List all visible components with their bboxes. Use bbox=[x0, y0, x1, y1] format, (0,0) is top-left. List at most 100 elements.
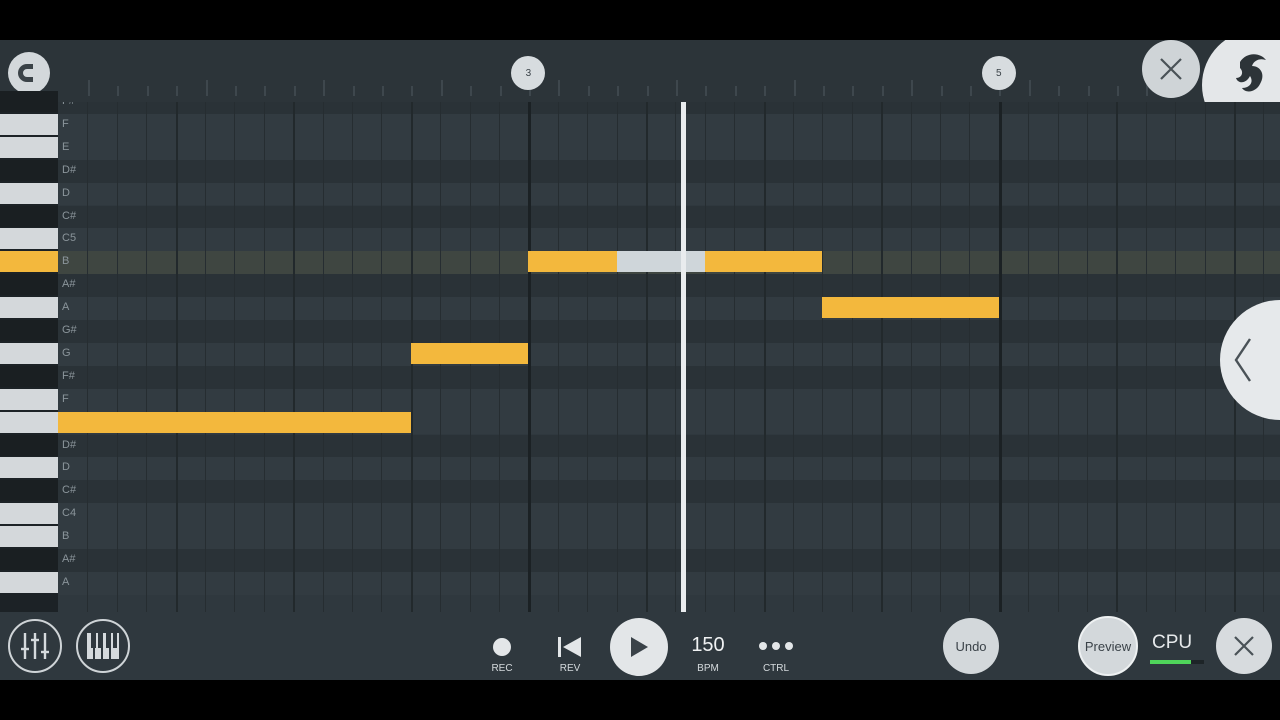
grid-row[interactable] bbox=[58, 113, 1280, 137]
grid-row[interactable] bbox=[58, 320, 1280, 343]
timeline-tick bbox=[323, 80, 326, 96]
grid-line bbox=[1057, 102, 1059, 612]
piano-key[interactable] bbox=[0, 182, 58, 204]
midi-note[interactable] bbox=[704, 251, 823, 273]
piano-roll-button[interactable] bbox=[76, 619, 130, 673]
note-label: G bbox=[62, 346, 71, 359]
piano-key[interactable] bbox=[0, 136, 58, 158]
grid-row[interactable] bbox=[58, 297, 1280, 320]
grid-line bbox=[205, 102, 206, 612]
close-piano-roll-button[interactable] bbox=[1142, 40, 1200, 98]
piano-key[interactable] bbox=[0, 342, 58, 364]
record-dot-icon bbox=[493, 638, 511, 656]
timeline-tick bbox=[587, 86, 590, 96]
timeline-tick bbox=[1028, 80, 1031, 96]
grid-line bbox=[851, 102, 853, 612]
midi-note[interactable] bbox=[528, 251, 617, 273]
grid-row[interactable] bbox=[58, 159, 1280, 183]
grid-line bbox=[910, 102, 912, 612]
midi-note[interactable] bbox=[616, 251, 705, 273]
grid-row[interactable] bbox=[58, 388, 1280, 412]
grid-row[interactable] bbox=[58, 549, 1280, 572]
grid-line bbox=[1175, 102, 1177, 612]
timeline-tick bbox=[940, 86, 943, 96]
grid-line bbox=[234, 102, 236, 612]
piano-key[interactable] bbox=[0, 251, 58, 273]
timeline-tick bbox=[1058, 86, 1061, 96]
close-app-button[interactable] bbox=[1216, 618, 1272, 674]
rewind-button[interactable]: REV bbox=[548, 622, 592, 674]
grid-row[interactable] bbox=[58, 136, 1280, 160]
magnet-icon bbox=[18, 64, 36, 82]
note-label: D bbox=[62, 461, 70, 474]
grid-row[interactable] bbox=[58, 457, 1280, 481]
bpm-label: BPM bbox=[697, 663, 719, 674]
note-label: C5 bbox=[62, 232, 77, 245]
tempo-value[interactable]: 150 bbox=[683, 634, 733, 657]
timeline-ruler[interactable]: 35 bbox=[0, 40, 1280, 140]
piano-key[interactable] bbox=[0, 159, 58, 181]
piano-key[interactable] bbox=[0, 434, 58, 456]
playhead[interactable] bbox=[681, 102, 687, 612]
grid-row[interactable] bbox=[58, 342, 1280, 366]
piano-key[interactable] bbox=[0, 297, 58, 319]
piano-key[interactable] bbox=[0, 365, 58, 387]
piano-keyboard[interactable] bbox=[0, 91, 58, 612]
grid-row[interactable] bbox=[58, 228, 1280, 252]
grid-row[interactable] bbox=[58, 102, 1280, 114]
note-label: F bbox=[62, 117, 69, 130]
timeline-tick bbox=[852, 86, 855, 96]
midi-note[interactable] bbox=[410, 342, 529, 364]
grid-row[interactable] bbox=[58, 526, 1280, 549]
grid-line bbox=[146, 102, 148, 612]
play-button[interactable] bbox=[610, 618, 668, 676]
piano-key[interactable] bbox=[0, 480, 58, 502]
grid-line bbox=[675, 102, 677, 612]
midi-note[interactable] bbox=[822, 297, 999, 319]
record-button[interactable]: REC bbox=[480, 622, 524, 674]
piano-key[interactable] bbox=[0, 571, 58, 593]
piano-key[interactable] bbox=[0, 91, 58, 112]
piano-key[interactable] bbox=[0, 503, 58, 525]
grid-line bbox=[1145, 102, 1147, 612]
grid-row[interactable] bbox=[58, 365, 1280, 389]
piano-key[interactable] bbox=[0, 549, 58, 570]
piano-key[interactable] bbox=[0, 457, 58, 479]
undo-button[interactable]: Undo bbox=[943, 618, 999, 674]
note-label: A# bbox=[62, 553, 76, 565]
snap-magnet-button[interactable] bbox=[8, 52, 50, 94]
timeline-tick bbox=[440, 80, 443, 96]
note-label: B bbox=[62, 255, 70, 268]
note-label: C# bbox=[62, 209, 77, 222]
grid-row[interactable] bbox=[58, 480, 1280, 504]
piano-key[interactable] bbox=[0, 228, 58, 250]
timeline-tick bbox=[176, 86, 179, 96]
note-label: D bbox=[62, 186, 70, 199]
bar-marker[interactable]: 5 bbox=[981, 56, 1016, 90]
grid-row[interactable] bbox=[58, 274, 1280, 298]
piano-key[interactable] bbox=[0, 205, 58, 227]
ctrl-button[interactable]: CTRL bbox=[752, 622, 800, 674]
grid-row[interactable] bbox=[58, 503, 1280, 527]
piano-key[interactable] bbox=[0, 411, 58, 433]
grid-row[interactable] bbox=[58, 182, 1280, 206]
note-label: A# bbox=[62, 278, 76, 291]
preview-button[interactable]: Preview bbox=[1078, 616, 1138, 676]
note-grid[interactable]: F#FED#DC#C5BA#AG#GF#FD#DC#C4BA#A bbox=[58, 102, 1280, 612]
midi-note[interactable] bbox=[58, 411, 411, 433]
ctrl-label: CTRL bbox=[762, 663, 790, 674]
grid-row[interactable] bbox=[58, 571, 1280, 595]
mixer-button[interactable] bbox=[8, 619, 62, 673]
piano-key[interactable] bbox=[0, 526, 58, 548]
timeline-tick bbox=[499, 86, 502, 96]
piano-key[interactable] bbox=[0, 113, 58, 135]
grid-row[interactable] bbox=[58, 205, 1280, 229]
piano-key[interactable] bbox=[0, 388, 58, 410]
note-label: D# bbox=[62, 438, 77, 451]
timeline-tick bbox=[823, 86, 825, 96]
piano-key[interactable] bbox=[0, 320, 58, 341]
timeline-tick bbox=[264, 86, 267, 96]
grid-row[interactable] bbox=[58, 434, 1280, 458]
piano-key[interactable] bbox=[0, 274, 58, 296]
timeline-tick bbox=[235, 86, 237, 96]
